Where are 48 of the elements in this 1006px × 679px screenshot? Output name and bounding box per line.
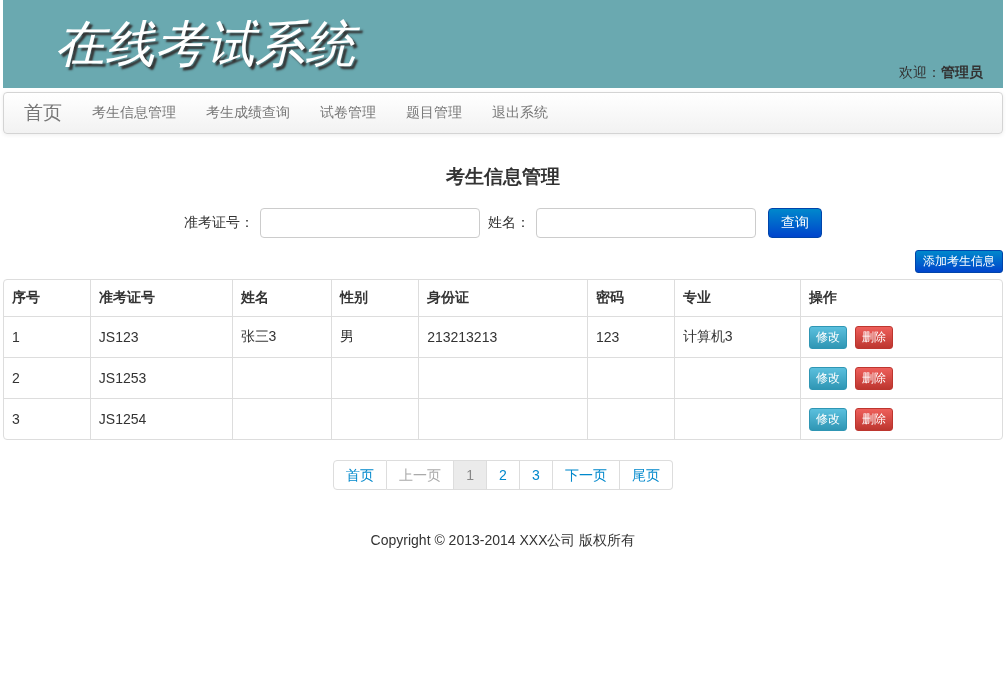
nav-link[interactable]: 题目管理: [406, 104, 462, 122]
page-link[interactable]: 2: [487, 460, 520, 490]
nav-link[interactable]: 退出系统: [492, 104, 548, 122]
table-cell: JS1254: [98, 411, 147, 427]
page-link[interactable]: 下一页: [552, 460, 620, 490]
query-button[interactable]: 查询: [768, 208, 822, 238]
table-cell: JS123: [98, 329, 139, 345]
edit-button[interactable]: 修改: [809, 325, 848, 349]
table-cell: 2: [12, 370, 20, 386]
edit-button[interactable]: 修改: [809, 407, 848, 431]
column-header: 姓名: [231, 280, 332, 316]
table-cell: 男: [340, 328, 355, 344]
delete-button[interactable]: 删除: [855, 366, 894, 390]
table-cell: 1: [12, 329, 20, 345]
table-cell: 213213213: [427, 329, 498, 345]
page-link[interactable]: 3: [519, 460, 553, 490]
user-name: 管理员: [941, 64, 983, 82]
system-logo-title: 在线考试系统: [51, 12, 365, 82]
input-field[interactable]: [536, 208, 756, 238]
nav-link[interactable]: 考生信息管理: [92, 104, 176, 122]
field-label: 准考证号：: [184, 214, 254, 232]
page-link[interactable]: 尾页: [619, 460, 673, 490]
column-header: 密码: [586, 280, 674, 316]
table-cell: 张三3: [240, 328, 277, 344]
column-header: 性别: [331, 280, 419, 316]
column-header: 序号: [11, 288, 41, 307]
input-field[interactable]: [260, 208, 480, 238]
nav-link[interactable]: 试卷管理: [320, 104, 376, 122]
nav-link[interactable]: 考生成绩查询: [206, 104, 290, 122]
column-header: 身份证: [418, 280, 587, 316]
table-cell: 计算机3: [682, 328, 733, 344]
table-cell: 3: [12, 411, 20, 427]
page-title: 考生信息管理: [445, 165, 561, 189]
delete-button[interactable]: 删除: [855, 325, 894, 349]
page-link[interactable]: 首页: [333, 460, 388, 490]
table-cell: 123: [595, 329, 620, 345]
column-header: 操作: [800, 280, 1002, 316]
add-button[interactable]: 添加考生信息: [915, 250, 1003, 273]
column-header: 专业: [673, 280, 801, 316]
delete-button[interactable]: 删除: [855, 407, 894, 431]
column-header: 准考证号: [89, 280, 232, 316]
nav-home-link[interactable]: 首页: [24, 100, 62, 126]
edit-button[interactable]: 修改: [809, 366, 848, 390]
page-link[interactable]: 1: [454, 460, 488, 490]
field-label: 姓名：: [488, 214, 530, 232]
welcome-label: 欢迎：: [899, 64, 941, 82]
copyright-text: Copyright © 2013-2014 XXX公司 版权所有: [369, 532, 637, 550]
table-cell: JS1253: [98, 370, 147, 386]
